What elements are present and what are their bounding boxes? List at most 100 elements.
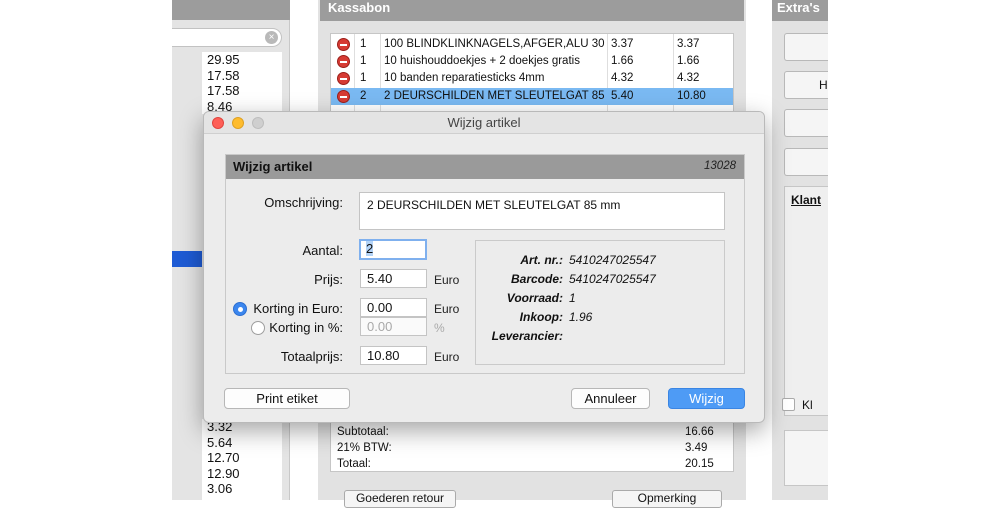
extras-lower-box xyxy=(784,430,828,486)
wijzig-artikel-dialog: Wijzig artikel Wijzig artikel 13028 Omsc… xyxy=(203,111,765,423)
remove-icon[interactable] xyxy=(337,38,350,51)
prijs-label: Prijs: xyxy=(314,272,343,287)
receipt-totals: Subtotaal: 16.66 21% BTW: 3.49 Totaal: 2… xyxy=(330,420,734,472)
row-total: 1.66 xyxy=(677,55,700,67)
article-id: 13028 xyxy=(704,160,736,172)
extras-button-h[interactable]: H xyxy=(784,71,828,99)
remove-icon[interactable] xyxy=(337,55,350,68)
korting-pct-field: 0.00 xyxy=(360,317,427,336)
info-key: Inkoop: xyxy=(519,310,563,324)
info-row-barcode: Barcode: 5410247025547 xyxy=(476,272,724,290)
info-value: 5410247025547 xyxy=(569,253,656,267)
row-price: 3.37 xyxy=(611,38,634,50)
panel-title: Wijzig artikel xyxy=(233,159,313,174)
korting-euro-label: Korting in Euro: xyxy=(253,301,343,316)
extras-button[interactable] xyxy=(784,148,828,176)
klant-checkbox[interactable] xyxy=(782,398,795,411)
subtotal-row: Subtotaal: 16.66 xyxy=(337,424,727,440)
row-qty: 1 xyxy=(360,55,367,67)
minimize-window-icon[interactable] xyxy=(232,117,244,129)
row-qty: 2 xyxy=(360,90,367,102)
close-window-icon[interactable] xyxy=(212,117,224,129)
receipt-list[interactable]: 1 100 BLINDKLINKNAGELS,AFGER,ALU 30 3.37… xyxy=(330,33,734,114)
info-row-voorraad: Voorraad: 1 xyxy=(476,291,724,309)
row-total: 3.37 xyxy=(677,38,700,50)
row-description: 100 BLINDKLINKNAGELS,AFGER,ALU 30 xyxy=(384,38,605,50)
remove-icon[interactable] xyxy=(337,90,350,103)
row-price: 5.40 xyxy=(611,90,634,102)
row-qty: 1 xyxy=(360,72,367,84)
korting-euro-field[interactable]: 0.00 xyxy=(360,298,427,317)
info-row-leverancier: Leverancier: xyxy=(476,329,724,347)
korting-pct-unit: % xyxy=(434,321,445,335)
row-qty: 1 xyxy=(360,38,367,50)
receipt-row[interactable]: 1 100 BLINDKLINKNAGELS,AFGER,ALU 30 3.37… xyxy=(331,36,733,53)
receipt-row-selected[interactable]: 2 2 DEURSCHILDEN MET SLEUTELGAT 85 5.40 … xyxy=(331,88,733,105)
info-key: Leverancier: xyxy=(491,329,563,343)
extras-button[interactable] xyxy=(784,33,828,61)
price-value: 5.64 xyxy=(207,434,233,450)
kassabon-title: Kassabon xyxy=(320,0,744,21)
price-value: 17.58 xyxy=(207,67,240,83)
price-value: 17.58 xyxy=(207,83,240,98)
product-list-header xyxy=(172,0,290,20)
row-description: 10 banden reparatiesticks 4mm xyxy=(384,72,545,84)
vat-label: 21% BTW: xyxy=(337,442,392,454)
totaalprijs-unit: Euro xyxy=(434,350,460,364)
info-value: 5410247025547 xyxy=(569,272,656,286)
info-key: Voorraad: xyxy=(506,291,563,305)
receipt-row[interactable]: 1 10 huishouddoekjes + 2 doekjes gratis … xyxy=(331,53,733,70)
selected-row-indicator xyxy=(172,251,202,267)
panel-header: Wijzig artikel 13028 xyxy=(226,155,744,179)
opmerking-button[interactable]: Opmerking xyxy=(612,490,722,508)
goederen-retour-button[interactable]: Goederen retour xyxy=(344,490,456,508)
prijs-unit: Euro xyxy=(434,273,460,287)
row-price: 1.66 xyxy=(611,55,634,67)
klant-title: Klant xyxy=(791,193,821,207)
korting-pct-label: Korting in %: xyxy=(269,320,343,335)
totaalprijs-label: Totaalprijs: xyxy=(280,349,343,364)
aantal-field[interactable]: 2 xyxy=(359,239,427,260)
row-total: 4.32 xyxy=(677,72,700,84)
info-value: 1 xyxy=(569,291,576,305)
price-column-top: 29.95 17.58 17.58 8.46 xyxy=(202,52,282,114)
row-description: 2 DEURSCHILDEN MET SLEUTELGAT 85 xyxy=(384,90,605,102)
price-value: 3.06 xyxy=(207,481,233,496)
aantal-value: 2 xyxy=(366,241,374,256)
prijs-field[interactable]: 5.40 xyxy=(360,269,427,288)
subtotal-value: 16.66 xyxy=(685,426,714,438)
total-label: Totaal: xyxy=(337,458,371,470)
price-column-bottom: 3.32 5.64 12.70 12.90 3.06 xyxy=(202,419,282,500)
total-row: Totaal: 20.15 xyxy=(337,456,727,472)
aantal-label: Aantal: xyxy=(302,243,343,258)
receipt-row[interactable]: 1 10 banden reparatiesticks 4mm 4.32 4.3… xyxy=(331,70,733,87)
cancel-button[interactable]: Annuleer xyxy=(571,388,650,409)
zoom-window-icon xyxy=(252,117,264,129)
extras-button[interactable] xyxy=(784,109,828,137)
info-row-inkoop: Inkoop: 1.96 xyxy=(476,310,724,328)
total-value: 20.15 xyxy=(685,458,714,470)
row-description: 10 huishouddoekjes + 2 doekjes gratis xyxy=(384,55,580,67)
totaalprijs-field[interactable]: 10.80 xyxy=(360,346,427,365)
klant-checkbox-label: Kla xyxy=(802,398,812,412)
omschrijving-field[interactable]: 2 DEURSCHILDEN MET SLEUTELGAT 85 mm xyxy=(359,192,725,230)
article-info-box: Art. nr.: 5410247025547 Barcode: 5410247… xyxy=(475,240,725,365)
omschrijving-label: Omschrijving: xyxy=(264,195,343,210)
row-total: 10.80 xyxy=(677,90,706,102)
extras-panel: Extra's H Klant Kla xyxy=(772,0,828,500)
wijzig-button[interactable]: Wijzig xyxy=(668,388,745,409)
search-input[interactable]: × xyxy=(172,28,282,47)
clear-search-icon[interactable]: × xyxy=(265,31,278,44)
remove-icon[interactable] xyxy=(337,72,350,85)
print-etiket-button[interactable]: Print etiket xyxy=(224,388,350,409)
extras-title: Extra's xyxy=(772,0,828,21)
price-value: 12.70 xyxy=(207,450,240,465)
subtotal-label: Subtotaal: xyxy=(337,426,389,438)
window-title: Wijzig artikel xyxy=(447,115,521,130)
korting-euro-unit: Euro xyxy=(434,302,460,316)
info-value: 1.96 xyxy=(569,310,593,324)
title-bar: Wijzig artikel xyxy=(204,112,764,134)
price-value: 29.95 xyxy=(207,52,240,67)
info-key: Barcode: xyxy=(510,272,563,286)
row-price: 4.32 xyxy=(611,72,634,84)
